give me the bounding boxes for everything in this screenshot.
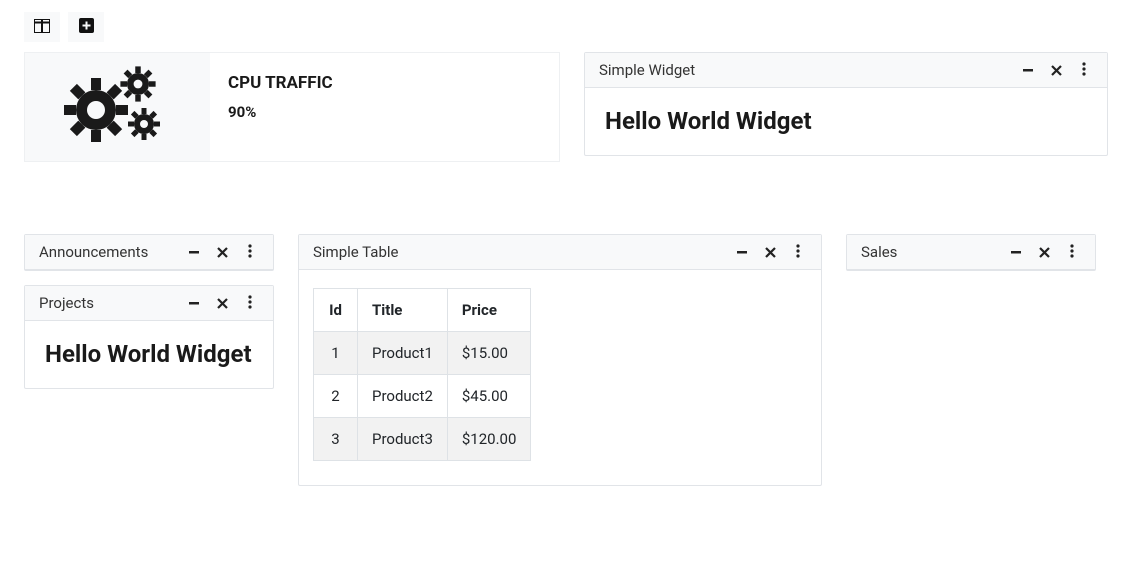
close-button[interactable] [213, 294, 231, 312]
minus-icon [188, 294, 200, 313]
close-icon [1039, 243, 1050, 262]
products-table: Id Title Price 1 Product1 $15.00 2 Produ… [313, 288, 531, 461]
plus-square-icon [79, 18, 94, 36]
menu-button[interactable] [241, 243, 259, 261]
table-row: 3 Product3 $120.00 [314, 418, 531, 461]
table-header-id: Id [314, 289, 358, 332]
table-header-price: Price [447, 289, 531, 332]
dots-vertical-icon [248, 243, 252, 262]
cpu-traffic-box: CPU TRAFFIC 90% [24, 52, 560, 162]
menu-button[interactable] [789, 243, 807, 261]
dots-vertical-icon [1070, 243, 1074, 262]
sales-card: Sales [846, 234, 1096, 271]
minimize-button[interactable] [1019, 61, 1037, 79]
dots-vertical-icon [796, 243, 800, 262]
cell-title: Product1 [358, 332, 448, 375]
cell-price: $15.00 [447, 332, 531, 375]
simple-widget-card: Simple Widget [584, 52, 1108, 156]
table-row: 1 Product1 $15.00 [314, 332, 531, 375]
minus-icon [736, 243, 748, 262]
close-icon [217, 243, 228, 262]
widget-content: Hello World Widget [605, 106, 1087, 137]
minimize-button[interactable] [185, 294, 203, 312]
close-button[interactable] [213, 243, 231, 261]
minus-icon [1010, 243, 1022, 262]
cell-price: $120.00 [447, 418, 531, 461]
card-title: Simple Widget [599, 61, 695, 79]
minimize-button[interactable] [733, 243, 751, 261]
simple-table-card: Simple Table Id Title Pric [298, 234, 822, 486]
minus-icon [1022, 61, 1034, 80]
gears-icon [25, 53, 210, 161]
layout-button[interactable] [24, 12, 60, 42]
announcements-card: Announcements [24, 234, 274, 271]
columns-icon [34, 19, 50, 36]
table-header-title: Title [358, 289, 448, 332]
projects-card: Projects Hello World Widget [24, 285, 274, 389]
card-title: Announcements [39, 243, 148, 261]
cell-id: 3 [314, 418, 358, 461]
cell-title: Product3 [358, 418, 448, 461]
minimize-button[interactable] [1007, 243, 1025, 261]
close-icon [765, 243, 776, 262]
cell-id: 2 [314, 375, 358, 418]
close-icon [1051, 61, 1062, 80]
info-box-value: 90% [228, 103, 541, 121]
close-button[interactable] [761, 243, 779, 261]
card-title: Simple Table [313, 243, 398, 261]
close-icon [217, 294, 228, 313]
card-title: Projects [39, 294, 94, 312]
info-box-title: CPU TRAFFIC [228, 73, 541, 93]
dots-vertical-icon [248, 294, 252, 313]
close-button[interactable] [1035, 243, 1053, 261]
toolbar [24, 12, 1112, 42]
cell-id: 1 [314, 332, 358, 375]
close-button[interactable] [1047, 61, 1065, 79]
widget-content: Hello World Widget [45, 339, 253, 370]
minimize-button[interactable] [185, 243, 203, 261]
cell-title: Product2 [358, 375, 448, 418]
menu-button[interactable] [241, 294, 259, 312]
add-button[interactable] [68, 12, 104, 42]
card-title: Sales [861, 243, 897, 261]
dots-vertical-icon [1082, 61, 1086, 80]
table-row: 2 Product2 $45.00 [314, 375, 531, 418]
minus-icon [188, 243, 200, 262]
menu-button[interactable] [1063, 243, 1081, 261]
cell-price: $45.00 [447, 375, 531, 418]
menu-button[interactable] [1075, 61, 1093, 79]
